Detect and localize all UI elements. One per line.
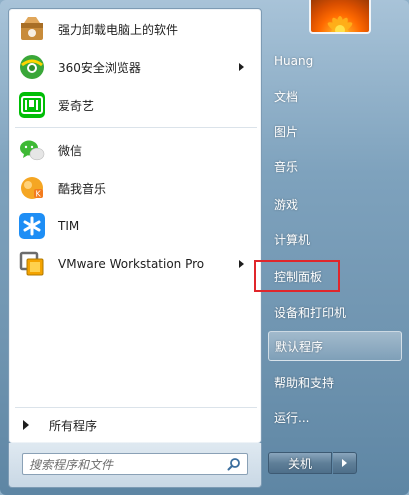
- program-label: 爱奇艺: [58, 98, 95, 113]
- program-label: 酷我音乐: [58, 181, 107, 196]
- kuwo-music-icon: K: [21, 177, 43, 199]
- divider: [15, 407, 257, 408]
- program-label: 强力卸载电脑上的软件: [58, 22, 179, 37]
- shutdown-options-button[interactable]: [333, 452, 357, 474]
- shutdown-button[interactable]: 关机: [268, 452, 332, 474]
- divider: [15, 127, 257, 128]
- all-programs-label: 所有程序: [49, 418, 98, 433]
- start-menu: 强力卸载电脑上的软件 360安全浏览器 爱奇艺 微信 K 酷我音乐 TIM VM…: [0, 0, 409, 495]
- search-area: [8, 443, 262, 488]
- user-avatar[interactable]: [309, 0, 371, 34]
- program-item-tim[interactable]: TIM: [14, 209, 254, 243]
- program-item-360-browser[interactable]: 360安全浏览器: [14, 50, 254, 84]
- right-item-games[interactable]: 游戏: [268, 189, 402, 219]
- highlight-annotation-box: [254, 260, 340, 292]
- program-item-wechat[interactable]: 微信: [14, 133, 254, 167]
- chevron-right-icon: [342, 459, 347, 467]
- right-item-documents[interactable]: 文档: [268, 81, 402, 111]
- right-item-computer[interactable]: 计算机: [268, 224, 402, 254]
- program-item-uninstaller[interactable]: 强力卸载电脑上的软件: [14, 12, 254, 46]
- program-label: 360安全浏览器: [58, 60, 141, 75]
- expand-arrow-icon: [23, 420, 29, 430]
- program-label: 微信: [58, 143, 83, 158]
- search-icon[interactable]: [227, 457, 241, 471]
- tim-icon: [19, 213, 45, 239]
- program-item-vmware[interactable]: VMware Workstation Pro: [14, 247, 254, 281]
- program-label: TIM: [58, 219, 80, 233]
- submenu-arrow-icon: [239, 63, 244, 71]
- submenu-arrow-icon: [239, 260, 244, 268]
- program-item-iqiyi[interactable]: 爱奇艺: [14, 88, 254, 122]
- search-box[interactable]: [22, 453, 248, 475]
- svg-text:K: K: [36, 190, 42, 199]
- right-item-help-support[interactable]: 帮助和支持: [268, 367, 402, 397]
- 360-browser-icon: [20, 55, 44, 79]
- shutdown-label: 关机: [287, 456, 312, 471]
- all-programs-button[interactable]: 所有程序: [14, 411, 254, 439]
- right-item-user[interactable]: Huang: [268, 46, 402, 76]
- uninstaller-box-icon: [21, 17, 43, 40]
- right-item-run[interactable]: 运行...: [268, 402, 402, 432]
- vmware-icon: [19, 251, 44, 276]
- programs-panel: 强力卸载电脑上的软件 360安全浏览器 爱奇艺 微信 K 酷我音乐 TIM VM…: [8, 8, 262, 444]
- iqiyi-icon: [19, 92, 45, 118]
- search-input[interactable]: [23, 456, 219, 474]
- program-item-kuwo[interactable]: K 酷我音乐: [14, 171, 254, 205]
- right-item-default-programs[interactable]: 默认程序: [268, 331, 402, 361]
- wechat-icon: [20, 140, 45, 161]
- right-item-pictures[interactable]: 图片: [268, 116, 402, 146]
- program-label: VMware Workstation Pro: [58, 257, 205, 271]
- right-item-music[interactable]: 音乐: [268, 151, 402, 181]
- right-item-devices-printers[interactable]: 设备和打印机: [268, 297, 402, 327]
